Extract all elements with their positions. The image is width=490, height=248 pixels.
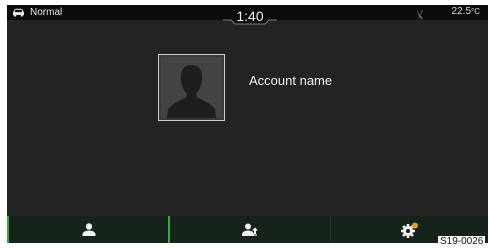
person-icon bbox=[82, 223, 95, 236]
account-avatar[interactable] bbox=[158, 54, 225, 121]
temperature-unit: °C bbox=[471, 7, 480, 16]
infotainment-screen: Normal 22.5°C 1:40 Account name bbox=[7, 5, 488, 243]
bottom-tab-bar bbox=[7, 216, 488, 243]
drive-mode-indicator[interactable]: Normal bbox=[12, 6, 62, 19]
clock: 1:40 bbox=[236, 8, 264, 24]
account-name[interactable]: Account name bbox=[249, 73, 332, 88]
avatar-silhouette-icon bbox=[161, 57, 222, 118]
temperature-display: 22.5°C bbox=[452, 6, 480, 17]
drive-mode-label: Normal bbox=[30, 7, 63, 18]
car-icon bbox=[12, 8, 25, 17]
settings-gear-icon bbox=[400, 222, 418, 238]
tab-user-profile[interactable] bbox=[7, 216, 168, 243]
tab-switch-users[interactable] bbox=[168, 216, 330, 243]
clock-tab: 1:40 bbox=[223, 5, 277, 25]
users-switch-icon bbox=[241, 223, 258, 236]
phone-signal-icon bbox=[417, 7, 424, 25]
temperature-value: 22.5 bbox=[451, 6, 472, 17]
figure-reference-label: S19-0026 bbox=[438, 236, 486, 248]
